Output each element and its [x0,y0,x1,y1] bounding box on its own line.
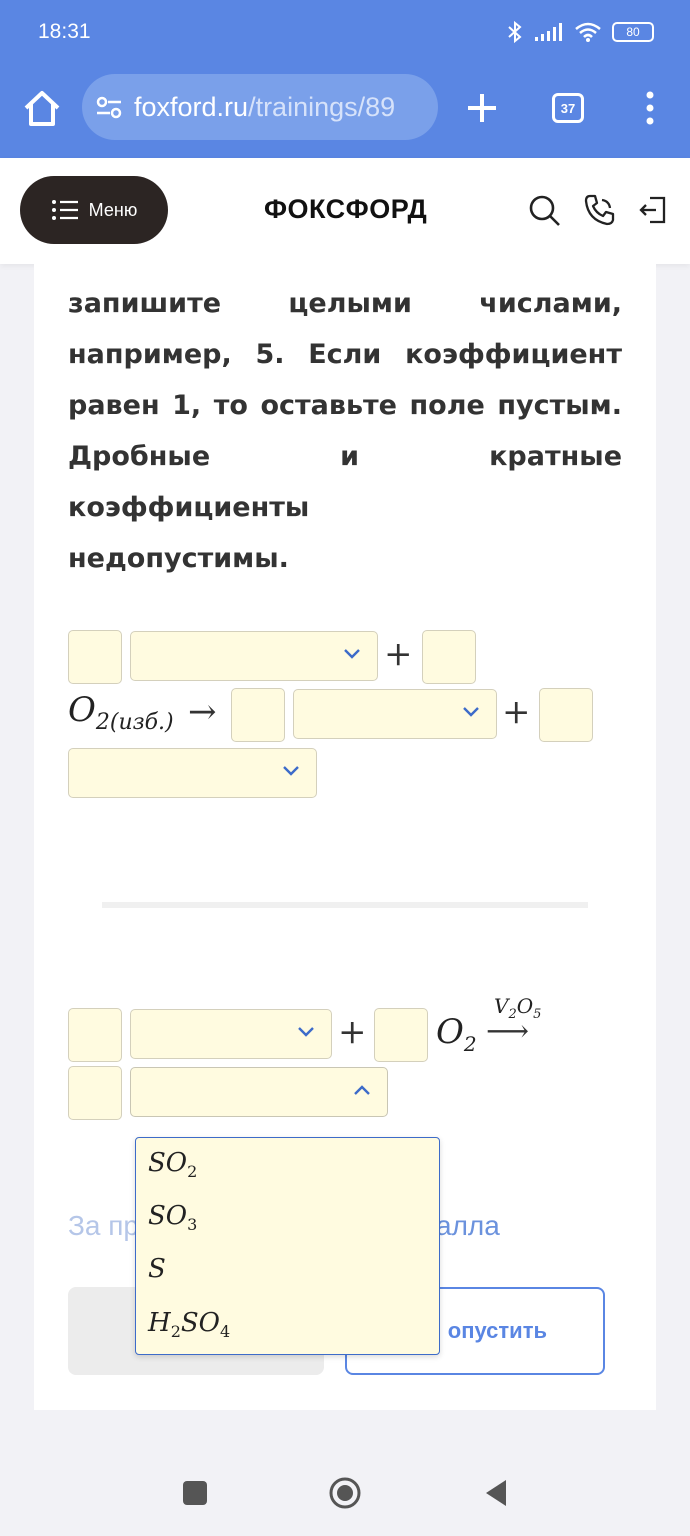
instruction-line-4: Дробные и кратные коэффициенты [68,441,622,523]
task-instruction: запишите целыми числами, например, 5. Ес… [68,278,622,584]
status-bar: 18:31 80 [0,0,690,66]
coefficient-input[interactable] [374,1008,428,1062]
back-nav-icon[interactable] [484,1478,508,1508]
substance-select-open[interactable] [130,1067,388,1117]
oxygen-excess-formula: O2(изб.) [68,690,174,735]
home-icon[interactable] [20,86,64,130]
option-sub: 2 [187,1162,198,1182]
reaction-arrow: → [188,692,217,732]
search-icon[interactable] [526,192,562,228]
substance-select[interactable] [130,1009,332,1059]
system-nav-bar [0,1440,690,1536]
oxygen-subscript: 2(изб.) [95,709,174,735]
coefficient-input[interactable] [539,688,593,742]
signal-icon [535,23,562,41]
url-domain: foxford.ru [134,91,249,122]
new-tab-icon[interactable] [462,88,502,128]
site-logo[interactable]: ФОКСФОРД [264,194,427,225]
chevron-down-icon [298,1027,314,1037]
option-pre: H [148,1308,171,1338]
menu-label: Меню [88,199,138,220]
coefficient-input[interactable] [231,688,285,742]
skip-label: опустить [447,1318,547,1343]
list-icon [51,200,78,220]
substance-dropdown: SO2 SO3 S H2SO4 [135,1137,440,1355]
option-sub: 3 [187,1215,198,1235]
more-menu-icon[interactable] [640,90,660,126]
option-base: SO [148,1148,188,1178]
tab-count: 37 [560,100,576,116]
dropdown-option[interactable]: S [148,1254,166,1284]
coefficient-input[interactable] [68,630,122,684]
dropdown-option[interactable]: H2SO4 [148,1308,230,1341]
site-header: Меню ФОКСФОРД [0,158,690,264]
coefficient-input[interactable] [68,1008,122,1062]
battery-level: 80 [626,25,640,39]
coefficient-input[interactable] [68,1066,122,1120]
status-icons: 80 [506,20,654,44]
coefficient-input[interactable] [422,630,476,684]
instruction-line-2: например, 5. Если коэффициент [68,339,622,370]
chevron-down-icon [463,707,479,717]
substance-select[interactable] [293,689,497,739]
option-base: SO [180,1308,221,1338]
score-text: За пр [68,1210,139,1241]
option-sub: 4 [220,1322,231,1342]
phone-icon[interactable] [582,192,618,228]
battery-icon: 80 [612,22,654,42]
logout-icon[interactable] [636,192,672,228]
tabs-button[interactable]: 37 [552,93,584,123]
score-link[interactable]: алла [436,1210,500,1242]
instruction-line-1: запишите целыми числами, [68,288,622,319]
instruction-line-5: недопустимы. [68,543,289,574]
oxygen-symbol: O [436,1012,464,1052]
status-time: 18:31 [38,20,91,43]
wifi-icon [575,22,601,42]
plus-sign: + [502,692,531,732]
chevron-up-icon [354,1085,370,1095]
option-base: SO [148,1201,188,1231]
substance-select[interactable] [68,748,317,798]
chevron-down-icon [344,649,360,659]
dropdown-option[interactable]: SO3 [148,1201,197,1234]
catalyst-sub-2: 5 [533,1007,542,1022]
chevron-down-icon [283,766,299,776]
bluetooth-icon [508,20,522,44]
oxygen-formula: O2 [436,1012,477,1056]
instruction-line-3: равен 1, то оставьте поле пустым. [68,390,622,421]
site-settings-icon[interactable] [94,92,124,122]
plus-sign: + [384,634,413,674]
oxygen-subscript: 2 [463,1031,477,1056]
home-nav-icon[interactable] [328,1476,362,1510]
url-path: /trainings/89 [248,91,396,122]
url-text: foxford.ru/trainings/89 [134,92,395,123]
menu-button[interactable]: Меню [20,176,168,244]
substance-select[interactable] [130,631,378,681]
dropdown-option[interactable]: SO2 [148,1148,197,1181]
plus-sign: + [338,1012,367,1052]
reaction-arrow: ⟶ [486,1014,530,1049]
browser-toolbar: foxford.ru/trainings/89 37 [0,66,690,158]
address-bar[interactable]: foxford.ru/trainings/89 [82,74,438,140]
option-base: S [148,1254,166,1284]
recent-apps-icon[interactable] [182,1480,208,1506]
oxygen-symbol: O [68,690,96,730]
section-divider [102,902,588,908]
option-pre-sub: 2 [170,1322,181,1342]
